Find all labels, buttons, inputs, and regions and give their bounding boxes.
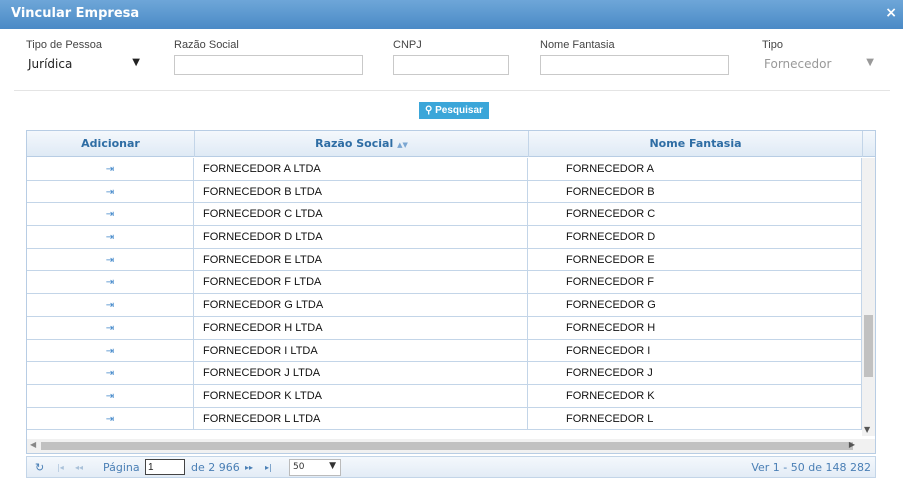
table-row[interactable]: ⇥ FORNECEDOR J LTDA FORNECEDOR J xyxy=(27,362,862,385)
razao-social-cell: FORNECEDOR C LTDA xyxy=(195,203,528,226)
first-page-icon[interactable]: |◂ xyxy=(57,463,64,472)
nome-fantasia-input[interactable] xyxy=(540,55,729,75)
nome-fantasia-cell: FORNECEDOR D xyxy=(529,226,862,248)
chevron-down-icon: ▼ xyxy=(132,57,140,68)
razao-social-input[interactable] xyxy=(174,55,363,75)
razao-social-cell: FORNECEDOR L LTDA xyxy=(195,407,528,430)
last-page-icon[interactable]: ▸| xyxy=(265,463,272,472)
nome-fantasia-cell: FORNECEDOR K xyxy=(529,384,862,407)
total-pages-label: de 2 966 xyxy=(191,461,240,474)
add-row-icon[interactable]: ⇥ xyxy=(27,294,194,316)
razao-social-cell: FORNECEDOR I LTDA xyxy=(195,339,528,362)
column-header-adicionar[interactable]: Adicionar xyxy=(27,131,195,157)
nome-fantasia-cell: FORNECEDOR B xyxy=(529,180,862,203)
razao-social-cell: FORNECEDOR K LTDA xyxy=(195,384,528,407)
table-row[interactable]: ⇥ FORNECEDOR E LTDA FORNECEDOR E xyxy=(27,248,862,272)
razao-social-cell: FORNECEDOR E LTDA xyxy=(195,248,528,271)
table-row[interactable]: ⇥ FORNECEDOR A LTDA FORNECEDOR A xyxy=(27,158,862,181)
nome-fantasia-cell: FORNECEDOR E xyxy=(529,248,862,271)
table-row[interactable]: ⇥ FORNECEDOR B LTDA FORNECEDOR B xyxy=(27,180,862,204)
rows-per-page-select[interactable]: 50 ▼ xyxy=(289,459,341,476)
add-row-icon[interactable]: ⇥ xyxy=(27,362,194,384)
column-header-nome-fantasia[interactable]: Nome Fantasia xyxy=(529,131,863,157)
dialog-title: Vincular Empresa xyxy=(11,6,140,21)
grid-header: Adicionar Razão Social ▲▼ Nome Fantasia xyxy=(27,131,875,157)
add-row-icon[interactable]: ⇥ xyxy=(27,248,194,271)
next-page-icon[interactable]: ▸▸ xyxy=(245,463,253,472)
rows-per-page-value: 50 xyxy=(293,462,305,472)
razao-social-cell: FORNECEDOR G LTDA xyxy=(195,294,528,316)
add-row-icon[interactable]: ⇥ xyxy=(27,180,194,203)
nome-fantasia-cell: FORNECEDOR H xyxy=(529,316,862,339)
horizontal-scrollbar[interactable]: ◀ ▶ xyxy=(27,439,875,453)
add-row-icon[interactable]: ⇥ xyxy=(27,339,194,362)
table-row[interactable]: ⇥ FORNECEDOR H LTDA FORNECEDOR H xyxy=(27,316,862,340)
chevron-down-icon: ▼ xyxy=(329,461,336,471)
add-row-icon[interactable]: ⇥ xyxy=(27,158,194,180)
razao-social-cell: FORNECEDOR H LTDA xyxy=(195,316,528,339)
filter-divider xyxy=(14,90,890,91)
nome-fantasia-cell: FORNECEDOR L xyxy=(529,407,862,430)
column-header-razao-social[interactable]: Razão Social ▲▼ xyxy=(195,131,529,157)
cnpj-label: CNPJ xyxy=(393,39,422,51)
razao-social-cell: FORNECEDOR B LTDA xyxy=(195,180,528,203)
add-row-icon[interactable]: ⇥ xyxy=(27,203,194,226)
razao-social-cell: FORNECEDOR D LTDA xyxy=(195,226,528,248)
nome-fantasia-cell: FORNECEDOR I xyxy=(529,339,862,362)
scroll-down-icon[interactable]: ▼ xyxy=(864,425,870,434)
tipo-value: Fornecedor xyxy=(764,57,832,71)
dialog-titlebar: Vincular Empresa × xyxy=(0,0,903,29)
pager-bar: ↻ |◂ ◂◂ Página de 2 966 ▸▸ ▸| 50 ▼ Ver 1… xyxy=(26,456,876,478)
razao-social-cell: FORNECEDOR F LTDA xyxy=(195,271,528,294)
refresh-icon[interactable]: ↻ xyxy=(35,461,44,474)
tipo-pessoa-select[interactable]: Jurídica ▼ xyxy=(26,55,144,75)
tipo-pessoa-label: Tipo de Pessoa xyxy=(26,39,103,51)
pesquisar-label: Pesquisar xyxy=(435,105,483,116)
page-number-input[interactable] xyxy=(145,459,185,475)
nome-fantasia-cell: FORNECEDOR C xyxy=(529,203,862,226)
add-row-icon[interactable]: ⇥ xyxy=(27,407,194,430)
table-row[interactable]: ⇥ FORNECEDOR G LTDA FORNECEDOR G xyxy=(27,294,862,317)
table-row[interactable]: ⇥ FORNECEDOR I LTDA FORNECEDOR I xyxy=(27,339,862,363)
table-row[interactable]: ⇥ FORNECEDOR D LTDA FORNECEDOR D xyxy=(27,226,862,249)
close-icon[interactable]: × xyxy=(885,5,897,21)
add-row-icon[interactable]: ⇥ xyxy=(27,226,194,248)
chevron-down-icon: ▼ xyxy=(866,57,874,68)
table-row[interactable]: ⇥ FORNECEDOR K LTDA FORNECEDOR K xyxy=(27,384,862,408)
search-icon: ⚲ xyxy=(425,105,433,116)
add-row-icon[interactable]: ⇥ xyxy=(27,271,194,294)
cnpj-input[interactable] xyxy=(393,55,509,75)
nome-fantasia-cell: FORNECEDOR F xyxy=(529,271,862,294)
scroll-left-icon[interactable]: ◀ xyxy=(30,440,36,449)
razao-social-cell: FORNECEDOR A LTDA xyxy=(195,158,528,180)
tipo-select[interactable]: Fornecedor ▼ xyxy=(762,55,878,75)
column-label: Razão Social xyxy=(315,137,394,150)
scroll-right-icon[interactable]: ▶ xyxy=(849,440,855,449)
add-row-icon[interactable]: ⇥ xyxy=(27,316,194,339)
nome-fantasia-label: Nome Fantasia xyxy=(540,39,615,51)
table-row[interactable]: ⇥ FORNECEDOR C LTDA FORNECEDOR C xyxy=(27,203,862,227)
table-row[interactable]: ⇥ FORNECEDOR L LTDA FORNECEDOR L xyxy=(27,407,862,431)
tipo-pessoa-value: Jurídica xyxy=(28,57,73,71)
prev-page-icon[interactable]: ◂◂ xyxy=(75,463,83,472)
table-row[interactable]: ⇥ FORNECEDOR F LTDA FORNECEDOR F xyxy=(27,271,862,295)
nome-fantasia-cell: FORNECEDOR A xyxy=(529,158,862,180)
results-grid: Adicionar Razão Social ▲▼ Nome Fantasia … xyxy=(26,130,876,454)
records-info: Ver 1 - 50 de 148 282 xyxy=(751,461,871,474)
page-label: Página xyxy=(103,461,140,474)
grid-body: ⇥ FORNECEDOR A LTDA FORNECEDOR A ⇥ FORNECED… xyxy=(27,158,862,431)
sort-icon: ▲▼ xyxy=(397,141,408,149)
vertical-scroll-thumb[interactable] xyxy=(864,315,873,377)
add-row-icon[interactable]: ⇥ xyxy=(27,384,194,407)
vertical-scrollbar[interactable]: ▼ xyxy=(862,158,875,436)
nome-fantasia-cell: FORNECEDOR J xyxy=(529,362,862,384)
nome-fantasia-cell: FORNECEDOR G xyxy=(529,294,862,316)
pesquisar-button[interactable]: ⚲ Pesquisar xyxy=(419,102,489,119)
tipo-label: Tipo xyxy=(762,39,783,51)
razao-social-label: Razão Social xyxy=(174,39,239,51)
horizontal-scroll-thumb[interactable] xyxy=(41,442,853,450)
razao-social-cell: FORNECEDOR J LTDA xyxy=(195,362,528,384)
